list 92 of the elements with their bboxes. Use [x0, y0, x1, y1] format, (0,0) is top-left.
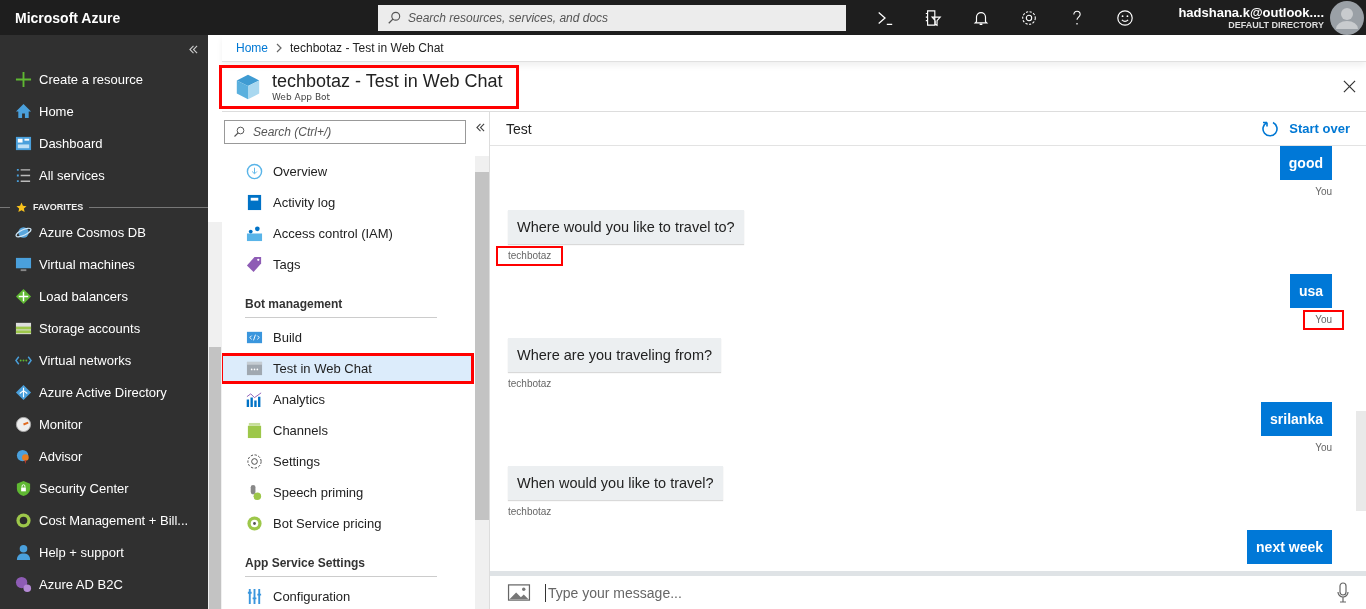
message-bubble: usa [1289, 274, 1332, 308]
section-heading: Bot management [245, 280, 437, 318]
menu-item[interactable]: Access control (IAM) [222, 218, 474, 249]
sidebar-item[interactable]: Cost Management + Bill... [0, 504, 208, 536]
sidebar-item[interactable]: All services [0, 159, 208, 191]
settings-icon[interactable] [1020, 8, 1038, 27]
plus-icon [15, 70, 32, 88]
brand-title[interactable]: Microsoft Azure [0, 9, 378, 26]
breadcrumb-current: techbotaz - Test in Web Chat [290, 41, 444, 55]
close-icon[interactable] [1343, 80, 1356, 93]
menu-item[interactable]: Analytics [222, 384, 474, 415]
search-icon [233, 126, 245, 138]
sidebar-item[interactable]: Monitor [0, 408, 208, 440]
chat-window-icon [246, 360, 263, 377]
message-bubble: Where are you traveling from? [508, 338, 722, 372]
breadcrumb-link[interactable]: Home [236, 41, 268, 55]
box-icon [246, 422, 263, 439]
sidebar-item[interactable]: Help + support [0, 536, 208, 568]
gauge-icon [15, 415, 32, 433]
sidebar-item[interactable]: Azure Active Directory [0, 376, 208, 408]
sidebar-item[interactable]: Dashboard [0, 127, 208, 159]
user-email[interactable]: hadshana.k@outlook.... [1178, 5, 1324, 20]
dashboard-icon [15, 134, 32, 152]
sender-name: techbotaz [507, 505, 553, 519]
menu-item[interactable]: Overview [222, 156, 474, 187]
message-bubble: good [1279, 146, 1332, 180]
diamond-arrows-icon [15, 287, 32, 305]
directory-name: DEFAULT DIRECTORY [1228, 20, 1324, 30]
settings-icon [246, 453, 263, 470]
avatar-icon[interactable] [1330, 0, 1364, 35]
sidebar-item[interactable]: Azure Cosmos DB [0, 216, 208, 248]
search-field[interactable]: Search resources, services, and docs [378, 4, 846, 31]
tag-icon [246, 256, 263, 273]
cube-icon [234, 72, 262, 101]
menu-item[interactable]: Tags [222, 249, 474, 280]
menu-item[interactable]: Speech priming [222, 477, 474, 508]
person-icon [15, 543, 32, 561]
microphone-icon[interactable] [1336, 581, 1350, 604]
code-icon [246, 329, 263, 346]
menu-item[interactable]: Configuration [222, 581, 474, 609]
blade-title: techbotaz - Test in Web Chat [272, 71, 503, 92]
sidebar-item[interactable]: Home [0, 95, 208, 127]
menu-item[interactable]: Build [222, 322, 474, 353]
scrollbar[interactable] [208, 222, 222, 609]
search-field[interactable]: Search (Ctrl+/) [224, 120, 466, 144]
menu-item[interactable]: Test in Web Chat [222, 353, 474, 384]
sidebar-item[interactable]: Advisor [0, 440, 208, 472]
chevron-icon [276, 43, 282, 53]
start-over-link[interactable]: Start over [1261, 119, 1350, 138]
menu-item[interactable]: Activity log [222, 187, 474, 218]
message-bubble: next week [1247, 530, 1332, 564]
sidebar-item[interactable]: Azure AD B2C [0, 568, 208, 600]
house-icon [15, 102, 32, 120]
sidebar-item[interactable]: Storage accounts [0, 312, 208, 344]
collapse-icon[interactable] [476, 123, 485, 132]
search-icon [387, 10, 401, 25]
bar-chart-icon [246, 391, 263, 408]
menu-item[interactable]: Channels [222, 415, 474, 446]
sidebar-item[interactable]: Virtual networks [0, 344, 208, 376]
info-circle-icon [246, 163, 263, 180]
favorites-heading: FAVORITES [33, 202, 84, 212]
people-icon [246, 225, 263, 242]
chat-title: Test [506, 120, 532, 137]
shield-icon [15, 479, 32, 497]
book-icon [246, 194, 263, 211]
section-heading: App Service Settings [245, 539, 437, 577]
sidebar-item[interactable]: Security Center [0, 472, 208, 504]
menu-item[interactable]: Settings [222, 446, 474, 477]
sender-name: You [1314, 185, 1333, 199]
scrollbar[interactable] [475, 156, 489, 609]
sender-name: You [1303, 310, 1344, 330]
ring-icon [246, 515, 263, 532]
sender-name: techbotaz [496, 246, 564, 266]
sidebar-item[interactable]: Virtual machines [0, 248, 208, 280]
sliders-icon [246, 588, 263, 605]
message-bubble: srilanka [1261, 402, 1332, 436]
list-icon [15, 166, 32, 184]
message-bubble: When would you like to travel? [508, 466, 723, 500]
sidebar-item[interactable]: Create a resource [0, 63, 208, 95]
star-icon [16, 201, 27, 213]
smiley-icon[interactable] [1116, 8, 1134, 27]
directory-filter-icon[interactable] [924, 8, 942, 27]
diamond-icon [15, 383, 32, 401]
message-bubble: Where would you like to travel to? [508, 210, 744, 244]
image-icon[interactable] [507, 583, 531, 602]
menu-item[interactable]: Bot Service pricing [222, 508, 474, 539]
refresh-icon [1261, 119, 1280, 138]
monitor-screen-icon [15, 255, 32, 273]
sender-name: You [1314, 441, 1333, 455]
sidebar-item[interactable]: Load balancers [0, 280, 208, 312]
sender-name: techbotaz [507, 377, 553, 391]
blade-subtitle: Web App Bot [272, 92, 332, 102]
